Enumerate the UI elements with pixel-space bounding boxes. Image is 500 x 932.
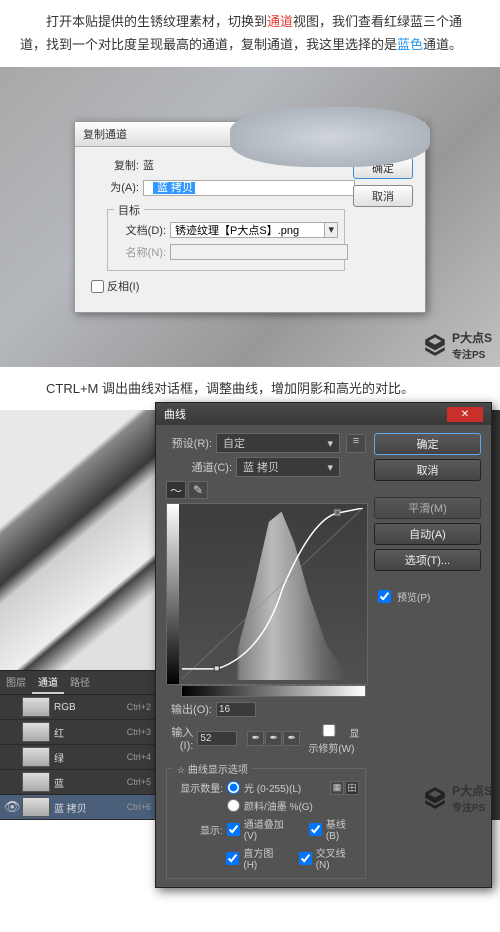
hist-checkbox[interactable] [226, 852, 239, 865]
preview-label: 预览(P) [397, 589, 430, 604]
close-icon[interactable]: ✕ [381, 126, 417, 142]
output-input[interactable] [216, 702, 256, 717]
show-label: 显示: [173, 822, 223, 837]
eyedropper-black-icon[interactable]: ✒ [247, 731, 264, 746]
overlay-checkbox[interactable] [227, 823, 240, 836]
as-label: 为(A): [87, 179, 139, 195]
baseline-checkbox[interactable] [309, 823, 322, 836]
input-input[interactable] [197, 731, 237, 746]
dialog-title: 曲线 [164, 406, 186, 422]
doc-select[interactable] [170, 222, 325, 238]
dialog-title: 复制通道 [83, 126, 127, 142]
channel-rgb[interactable]: RGBCtrl+2 [0, 695, 155, 720]
show-clipping-checkbox[interactable] [312, 724, 346, 737]
cancel-button[interactable]: 取消 [374, 459, 481, 481]
tab-layers[interactable]: 图层 [0, 671, 32, 694]
tab-paths[interactable]: 路径 [64, 671, 96, 694]
invert-checkbox[interactable] [91, 280, 104, 293]
copy-label: 复制: [87, 157, 139, 173]
preset-label: 预设(R): [166, 435, 212, 451]
curves-dialog: 曲线 ✕ 预设(R):自定▾ ≡ 通道(C):蓝 拷贝▾ 〜✎ [155, 402, 492, 888]
curves-graph[interactable] [166, 503, 368, 685]
ok-button[interactable]: 确定 [353, 157, 413, 179]
grid-large-icon[interactable]: 田 [345, 781, 359, 795]
watermark: P大点S专注PS [422, 782, 492, 814]
watermark-icon [422, 332, 448, 358]
name-label: 名称(N): [114, 244, 166, 260]
auto-button[interactable]: 自动(A) [374, 523, 481, 545]
pencil-mode-icon[interactable]: ✎ [188, 481, 208, 499]
copy-value: 蓝 [143, 157, 345, 173]
channel-red[interactable]: 红Ctrl+3 [0, 720, 155, 745]
smooth-button: 平滑(M) [374, 497, 481, 519]
preset-menu-icon[interactable]: ≡ [346, 434, 366, 453]
preview-image [0, 410, 155, 670]
eyedropper-white-icon[interactable]: ✒ [283, 731, 300, 746]
tab-channels[interactable]: 通道 [32, 671, 64, 694]
name-input [170, 244, 348, 260]
target-fieldset: 目标 文档(D):▾ 名称(N): [107, 202, 345, 271]
preset-select[interactable]: 自定▾ [216, 433, 340, 453]
duplicate-channel-dialog: 复制通道 ✕ 复制:蓝 为(A):蓝 拷贝 目标 文档(D):▾ 名称(N): … [74, 121, 426, 313]
eye-icon[interactable]: 👁 [4, 799, 18, 815]
grid-small-icon[interactable]: ▦ [330, 781, 344, 795]
light-radio[interactable] [227, 781, 240, 794]
amount-label: 显示数量: [173, 780, 223, 795]
curve-mode-icon[interactable]: 〜 [166, 481, 186, 499]
cancel-button[interactable]: 取消 [353, 185, 413, 207]
channel-blue-copy[interactable]: 👁蓝 拷贝Ctrl+6 [0, 795, 155, 820]
inter-checkbox[interactable] [299, 852, 312, 865]
preview-checkbox[interactable] [378, 590, 391, 603]
channel-select[interactable]: 蓝 拷贝▾ [236, 457, 340, 477]
eyedropper-gray-icon[interactable]: ✒ [265, 731, 282, 746]
pigment-radio[interactable] [227, 799, 240, 812]
doc-label: 文档(D): [114, 222, 166, 238]
chevron-down-icon[interactable]: ▾ [325, 222, 338, 238]
close-icon[interactable]: ✕ [447, 407, 483, 422]
channels-panel: 图层 通道 路径 RGBCtrl+2 红Ctrl+3 绿Ctrl+4 蓝Ctrl… [0, 670, 155, 820]
chevron-down-icon: ▾ [327, 437, 333, 450]
light-label: 光 (0-255)(L) [244, 780, 301, 795]
channel-green[interactable]: 绿Ctrl+4 [0, 745, 155, 770]
channel-blue[interactable]: 蓝Ctrl+5 [0, 770, 155, 795]
texture-screenshot-2: 图层 通道 路径 RGBCtrl+2 红Ctrl+3 绿Ctrl+4 蓝Ctrl… [0, 410, 500, 820]
pigment-label: 颜料/油墨 %(G) [244, 798, 313, 813]
intro-text: 打开本贴提供的生锈纹理素材，切换到通道视图，我们查看红绿蓝三个通道，找到一个对比… [0, 0, 500, 67]
invert-label: 反相(I) [107, 278, 139, 294]
texture-screenshot-1: 复制通道 ✕ 复制:蓝 为(A):蓝 拷贝 目标 文档(D):▾ 名称(N): … [0, 67, 500, 367]
options-button[interactable]: 选项(T)... [374, 549, 481, 571]
output-label: 输出(O): [166, 701, 212, 717]
watermark: P大点S专注PS [422, 329, 492, 361]
input-label: 输入(I): [166, 724, 193, 752]
chevron-down-icon: ▾ [327, 461, 333, 474]
watermark-icon [422, 785, 448, 811]
channel-label: 通道(C): [186, 459, 232, 475]
ok-button[interactable]: 确定 [374, 433, 481, 455]
display-options: ☆ 曲线显示选项 显示数量:光 (0-255)(L)▦田 颜料/油墨 %(G) … [166, 761, 366, 879]
